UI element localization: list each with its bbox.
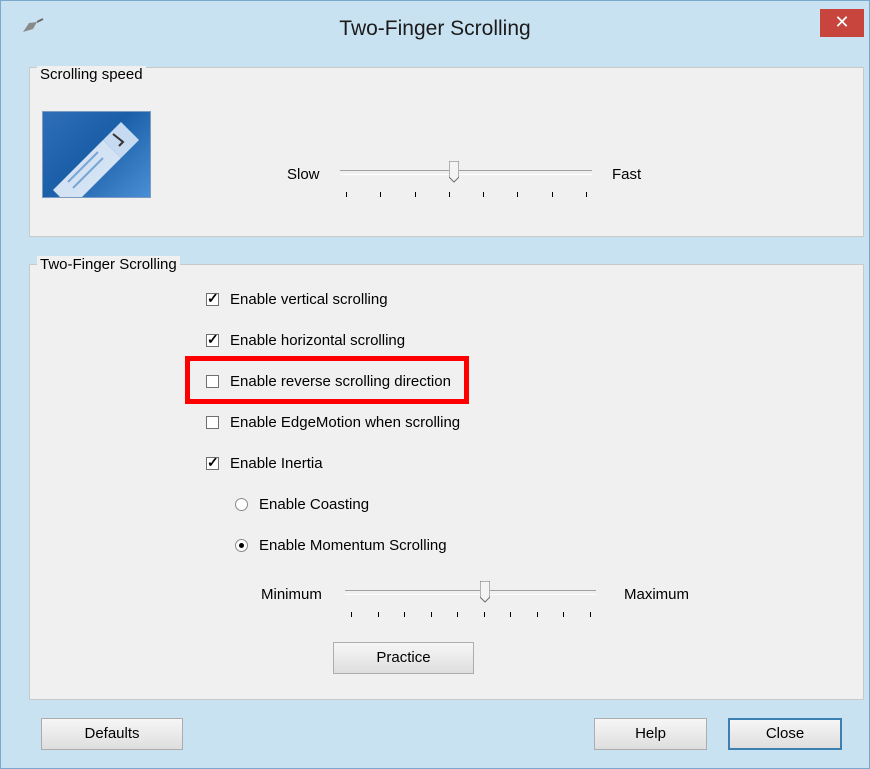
coasting-label: Enable Coasting <box>259 496 370 513</box>
edgemotion-checkbox[interactable] <box>206 416 219 429</box>
momentum-slider[interactable] <box>345 580 596 620</box>
slider-tick <box>537 612 538 617</box>
checkmark-icon: ✓ <box>207 454 219 470</box>
practice-button[interactable]: Practice <box>333 642 474 674</box>
vertical-scrolling-checkbox[interactable]: ✓ <box>206 290 219 306</box>
inertia-checkbox[interactable]: ✓ <box>206 454 219 470</box>
two-finger-scrolling-group <box>29 264 864 700</box>
inertia-label: Enable Inertia <box>230 455 323 472</box>
horizontal-scrolling-checkbox[interactable]: ✓ <box>206 331 219 347</box>
slider-tick <box>586 192 587 197</box>
slider-tick <box>431 612 432 617</box>
title-bar[interactable]: Two-Finger Scrolling ✕ <box>1 1 869 57</box>
two-finger-scrolling-legend: Two-Finger Scrolling <box>37 256 180 273</box>
coasting-option[interactable]: Enable Coasting <box>235 495 395 517</box>
slider-tick <box>510 612 511 617</box>
close-button[interactable]: Close <box>728 718 842 750</box>
speed-slider-thumb[interactable] <box>449 161 459 183</box>
defaults-button[interactable]: Defaults <box>41 718 183 750</box>
momentum-scrolling-radio[interactable] <box>235 539 248 552</box>
slider-tick <box>380 192 381 197</box>
fast-label: Fast <box>612 166 642 183</box>
slider-tick <box>484 612 485 617</box>
slider-tick <box>590 612 591 617</box>
slider-tick <box>346 192 347 197</box>
slider-tick <box>415 192 416 197</box>
slider-tick <box>351 612 352 617</box>
momentum-slider-thumb[interactable] <box>480 581 490 603</box>
scrolling-preview-image <box>42 111 151 198</box>
reverse-scrolling-highlight <box>185 356 469 404</box>
checkmark-icon: ✓ <box>207 331 219 347</box>
slider-tick <box>449 192 450 197</box>
slider-tick <box>517 192 518 197</box>
slider-tick <box>483 192 484 197</box>
help-button[interactable]: Help <box>594 718 707 750</box>
maximum-label: Maximum <box>624 586 690 603</box>
horizontal-scrolling-label: Enable horizontal scrolling <box>230 332 406 349</box>
minimum-label: Minimum <box>261 586 322 603</box>
slow-label: Slow <box>287 166 320 183</box>
scrolling-speed-group <box>29 67 864 237</box>
horizontal-scrolling-option[interactable]: ✓ Enable horizontal scrolling <box>206 331 426 353</box>
scroll-preview-icon <box>53 122 139 197</box>
edgemotion-option[interactable]: Enable EdgeMotion when scrolling <box>206 413 466 435</box>
slider-tick <box>457 612 458 617</box>
scrolling-speed-legend: Scrolling speed <box>37 66 146 83</box>
checkmark-icon: ✓ <box>207 290 219 306</box>
slider-tick <box>404 612 405 617</box>
speed-slider-track <box>340 170 592 175</box>
radio-selected-dot <box>239 543 244 548</box>
window-title: Two-Finger Scrolling <box>339 17 531 40</box>
close-icon: ✕ <box>834 12 850 32</box>
slider-tick <box>563 612 564 617</box>
momentum-scrolling-option[interactable]: Enable Momentum Scrolling <box>235 536 465 558</box>
momentum-slider-track <box>345 590 596 595</box>
momentum-scrolling-label: Enable Momentum Scrolling <box>259 537 447 554</box>
coasting-radio[interactable] <box>235 498 248 511</box>
slider-tick <box>378 612 379 617</box>
vertical-scrolling-label: Enable vertical scrolling <box>230 291 388 308</box>
edgemotion-label: Enable EdgeMotion when scrolling <box>230 414 461 431</box>
inertia-option[interactable]: ✓ Enable Inertia <box>206 454 366 476</box>
vertical-scrolling-option[interactable]: ✓ Enable vertical scrolling <box>206 290 406 312</box>
speed-slider[interactable] <box>340 160 592 200</box>
title-close-button[interactable]: ✕ <box>820 9 864 37</box>
slider-tick <box>552 192 553 197</box>
